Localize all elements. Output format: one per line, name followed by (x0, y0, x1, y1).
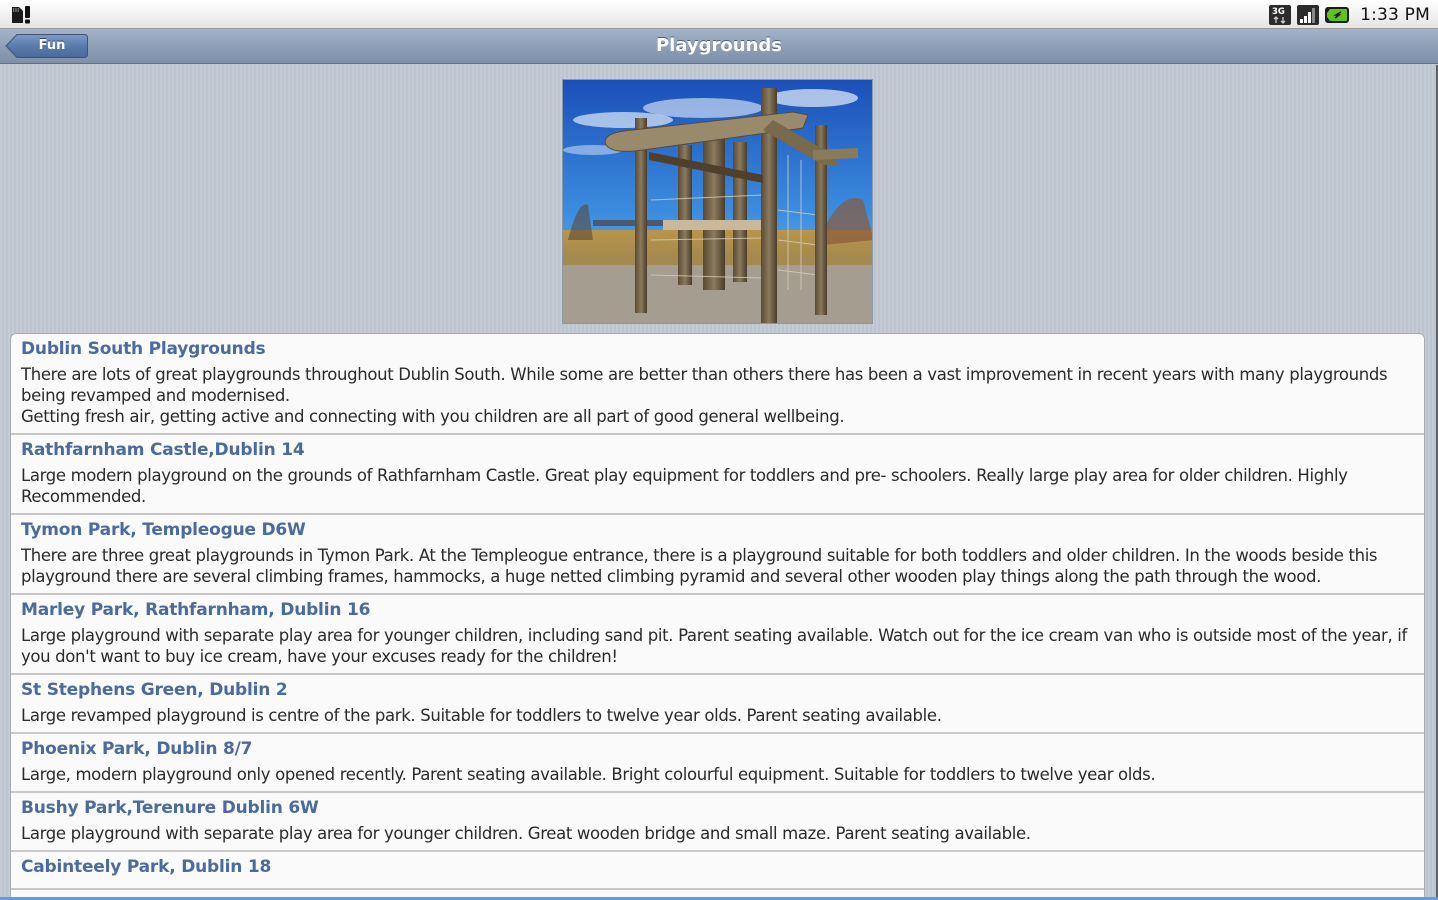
list-item[interactable]: Phoenix Park, Dublin 8/7 Large, modern p… (11, 734, 1424, 793)
list-item[interactable]: St Stephens Green, Dublin 2 Large revamp… (11, 675, 1424, 734)
item-description: Large playground with separate play area… (21, 626, 1407, 666)
playground-list[interactable]: Dublin South Playgrounds There are lots … (10, 333, 1425, 900)
item-title: Bushy Park,Terenure Dublin 6W (21, 798, 319, 818)
battery-charging-icon (1325, 6, 1350, 23)
item-title: Marley Park, Rathfarnham, Dublin 16 (21, 600, 371, 620)
item-title: Rathfarnham Castle,Dublin 14 (21, 440, 305, 460)
item-title: Cabinteely Park, Dublin 18 (21, 857, 272, 877)
item-description: Large modern playground on the grounds o… (21, 466, 1348, 506)
back-button-label: Fun (38, 38, 66, 53)
list-item[interactable]: Bushy Park,Terenure Dublin 6W Large play… (11, 793, 1424, 852)
item-title: Tymon Park, Templeogue D6W (21, 520, 306, 540)
item-description: Large, modern playground only opened rec… (21, 765, 1156, 784)
status-icons: 3G 1:33 PM (1268, 2, 1430, 27)
item-description: There are lots of great playgrounds thro… (21, 365, 1388, 426)
item-title: Phoenix Park, Dublin 8/7 (21, 739, 253, 759)
svg-text:3G: 3G (1272, 7, 1285, 17)
list-item[interactable]: Rathfarnham Castle,Dublin 14 Large moder… (11, 435, 1424, 515)
item-description: Large revamped playground is centre of t… (21, 706, 942, 725)
item-description: Large playground with separate play area… (21, 824, 1031, 843)
item-title: Dublin South Playgrounds (21, 339, 266, 359)
sd-card-warning-icon (12, 6, 30, 24)
3g-data-icon: 3G (1269, 4, 1292, 25)
playground-photo-icon (563, 80, 872, 323)
back-button[interactable]: Fun (5, 33, 88, 59)
list-item[interactable]: Cabinteely Park, Dublin 18 (11, 852, 1424, 890)
page-title: Playgrounds (655, 35, 783, 56)
list-item[interactable]: Dublin South Playgrounds There are lots … (11, 334, 1424, 435)
status-clock: 1:33 PM (1360, 4, 1430, 25)
item-description: There are three great playgrounds in Tym… (21, 546, 1378, 586)
status-bar: 3G 1:33 PM (0, 0, 1438, 29)
item-title: St Stephens Green, Dublin 2 (21, 680, 288, 700)
list-item[interactable]: Tymon Park, Templeogue D6W There are thr… (11, 515, 1424, 595)
signal-strength-icon (1297, 4, 1320, 25)
title-bar: Fun Playgrounds (0, 29, 1438, 64)
list-item[interactable]: Marley Park, Rathfarnham, Dublin 16 Larg… (11, 595, 1424, 675)
hero-image (562, 79, 873, 324)
